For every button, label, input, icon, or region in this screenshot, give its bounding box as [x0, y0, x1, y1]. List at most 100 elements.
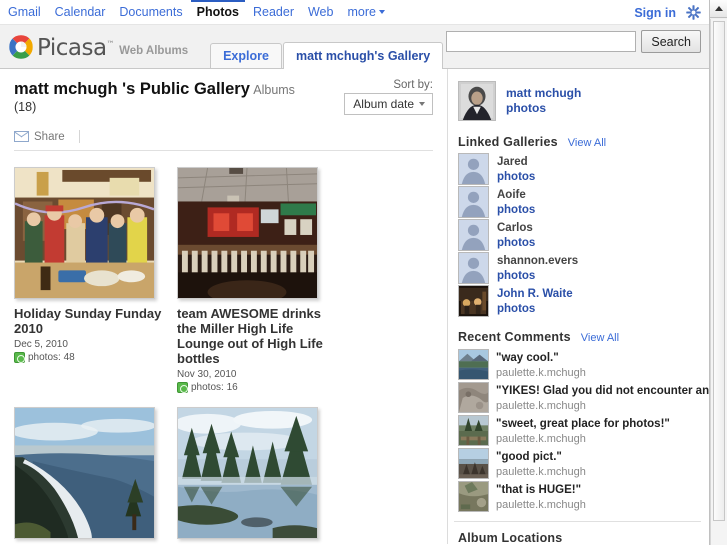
tab-explore[interactable]: Explore — [210, 43, 282, 68]
list-item-meta: "that is HUGE!" paulette.k.mchugh — [496, 481, 586, 512]
gallery-photos-link[interactable]: photos — [497, 171, 535, 183]
album-count: (18) — [14, 100, 37, 114]
comment-text: "that is HUGE!" — [496, 484, 582, 496]
owner-name[interactable]: matt mchugh — [506, 86, 581, 100]
comment-photo-thumbnail[interactable] — [458, 349, 489, 380]
scrollbar-thumb[interactable] — [713, 21, 725, 521]
owner-profile[interactable]: matt mchugh photos — [454, 77, 701, 121]
album-card[interactable] — [177, 407, 332, 544]
album-thumbnail[interactable] — [14, 407, 155, 539]
nav-item-photos[interactable]: Photos — [190, 0, 246, 25]
album-thumbnail[interactable] — [177, 407, 318, 539]
list-item-meta: John R. Waite photos — [497, 285, 573, 316]
comment-text: "sweet, great place for photos!" — [496, 418, 670, 430]
globe-icon — [14, 352, 25, 363]
list-item-meta: Carlos photos — [497, 219, 535, 250]
sort-by-label: Sort by: — [393, 79, 433, 91]
album-title[interactable]: team AWESOME drinks the Miller High Life… — [177, 306, 332, 366]
nav-item-reader[interactable]: Reader — [253, 0, 294, 25]
picasa-logo[interactable]: Picasa™ Web Albums — [0, 34, 188, 68]
gallery-photos-link[interactable]: photos — [497, 270, 535, 282]
comment-text: "YIKES! Glad you did not encounter any o… — [496, 385, 711, 397]
picasa-tabs: Explore matt mchugh's Gallery — [210, 42, 444, 69]
envelope-icon — [14, 131, 29, 142]
linked-galleries-view-all[interactable]: View All — [568, 137, 606, 149]
gallery-photos-link[interactable]: photos — [497, 303, 535, 315]
nav-item-more[interactable]: more — [347, 0, 385, 25]
comment-photo-thumbnail[interactable] — [458, 382, 489, 413]
default-person-avatar-icon — [458, 186, 489, 218]
scroll-up-arrow-icon[interactable] — [710, 0, 727, 18]
gallery-owner-name[interactable]: John R. Waite — [497, 288, 573, 300]
browser-viewport: Gmail Calendar Documents Photos Reader W… — [0, 0, 727, 545]
list-item-meta: "way cool." paulette.k.mchugh — [496, 349, 586, 380]
sign-in-link[interactable]: Sign in — [634, 6, 676, 20]
album-photo-count-label: photos: 16 — [191, 382, 238, 393]
gallery-owner-name: shannon.evers — [497, 255, 579, 267]
album-thumbnail[interactable] — [177, 167, 318, 299]
search-button[interactable]: Search — [641, 30, 701, 53]
album-title[interactable]: Holiday Sunday Funday 2010 — [14, 306, 169, 336]
list-item[interactable]: "way cool." paulette.k.mchugh — [454, 348, 701, 381]
album-photo-count: photos: 16 — [177, 382, 332, 393]
search-area: Search — [446, 30, 701, 53]
list-item[interactable]: Aoife photos — [454, 186, 701, 219]
default-person-avatar-icon — [458, 219, 489, 251]
list-item[interactable]: Jared photos — [454, 153, 701, 186]
album-locations-title: Album Locations — [458, 531, 563, 544]
comment-text: "way cool." — [496, 352, 559, 364]
album-date: Nov 30, 2010 — [177, 369, 237, 380]
page-title-subtitle: Albums — [253, 83, 295, 97]
share-button[interactable]: Share — [14, 131, 65, 143]
avatar[interactable] — [458, 81, 496, 121]
list-item[interactable]: "YIKES! Glad you did not encounter any o… — [454, 381, 711, 414]
top-nav-right-group: Sign in — [634, 0, 701, 25]
list-item-meta: "sweet, great place for photos!" paulett… — [496, 415, 670, 446]
list-item-meta: Jared photos — [497, 153, 535, 184]
owner-photos-link[interactable]: photos — [506, 101, 546, 115]
scrollbar-track[interactable] — [710, 19, 727, 545]
gear-icon[interactable] — [686, 5, 701, 20]
tab-my-gallery[interactable]: matt mchugh's Gallery — [282, 42, 444, 69]
nav-item-web[interactable]: Web — [308, 0, 333, 25]
album-card[interactable]: Holiday Sunday Funday 2010 Dec 5, 2010 p… — [14, 167, 169, 393]
album-card[interactable]: team AWESOME drinks the Miller High Life… — [177, 167, 332, 393]
gallery-photos-link[interactable]: photos — [497, 204, 535, 216]
picasa-wordmark: Picasa™ — [37, 35, 115, 61]
search-input[interactable] — [446, 31, 637, 52]
comment-photo-thumbnail[interactable] — [458, 448, 489, 479]
comment-photo-thumbnail[interactable] — [458, 481, 489, 512]
album-card[interactable] — [14, 407, 169, 544]
list-item-meta: Aoife photos — [497, 186, 535, 217]
list-item-meta: shannon.evers photos — [497, 252, 578, 283]
recent-comments-title: Recent Comments — [458, 330, 571, 344]
nav-item-documents[interactable]: Documents — [119, 0, 182, 25]
comment-photo-thumbnail[interactable] — [458, 415, 489, 446]
album-grid: Holiday Sunday Funday 2010 Dec 5, 2010 p… — [14, 167, 447, 544]
album-photo-count-label: photos: 48 — [28, 352, 75, 363]
album-thumbnail[interactable] — [14, 167, 155, 299]
toolbar-divider — [78, 130, 80, 143]
list-item[interactable]: shannon.evers photos — [454, 252, 701, 285]
album-date: Dec 5, 2010 — [14, 339, 68, 350]
window-scrollbar[interactable] — [709, 0, 727, 545]
recent-comments-view-all[interactable]: View All — [581, 332, 619, 344]
list-item[interactable]: John R. Waite photos — [454, 285, 701, 318]
list-item[interactable]: "good pict." paulette.k.mchugh — [454, 447, 701, 480]
recent-comments-list: "way cool." paulette.k.mchugh "YIKES! Gl… — [454, 348, 711, 513]
sort-by-dropdown[interactable]: Album date — [344, 93, 433, 115]
page-content: matt mchugh 's Public Gallery Albums (18… — [0, 69, 727, 544]
nav-item-gmail[interactable]: Gmail — [8, 0, 41, 25]
comment-author: paulette.k.mchugh — [496, 499, 586, 511]
list-item[interactable]: Carlos photos — [454, 219, 701, 252]
comment-author: paulette.k.mchugh — [496, 466, 586, 478]
band-stage-photo-avatar — [458, 285, 489, 317]
gallery-photos-link[interactable]: photos — [497, 237, 535, 249]
list-item-meta: "YIKES! Glad you did not encounter any o… — [496, 382, 711, 413]
list-item[interactable]: "that is HUGE!" paulette.k.mchugh — [454, 480, 701, 513]
chevron-down-icon — [378, 9, 385, 14]
nav-item-calendar[interactable]: Calendar — [55, 0, 106, 25]
main-column: matt mchugh 's Public Gallery Albums (18… — [0, 69, 447, 544]
list-item[interactable]: "sweet, great place for photos!" paulett… — [454, 414, 701, 447]
picasa-pinwheel-icon — [8, 34, 34, 60]
